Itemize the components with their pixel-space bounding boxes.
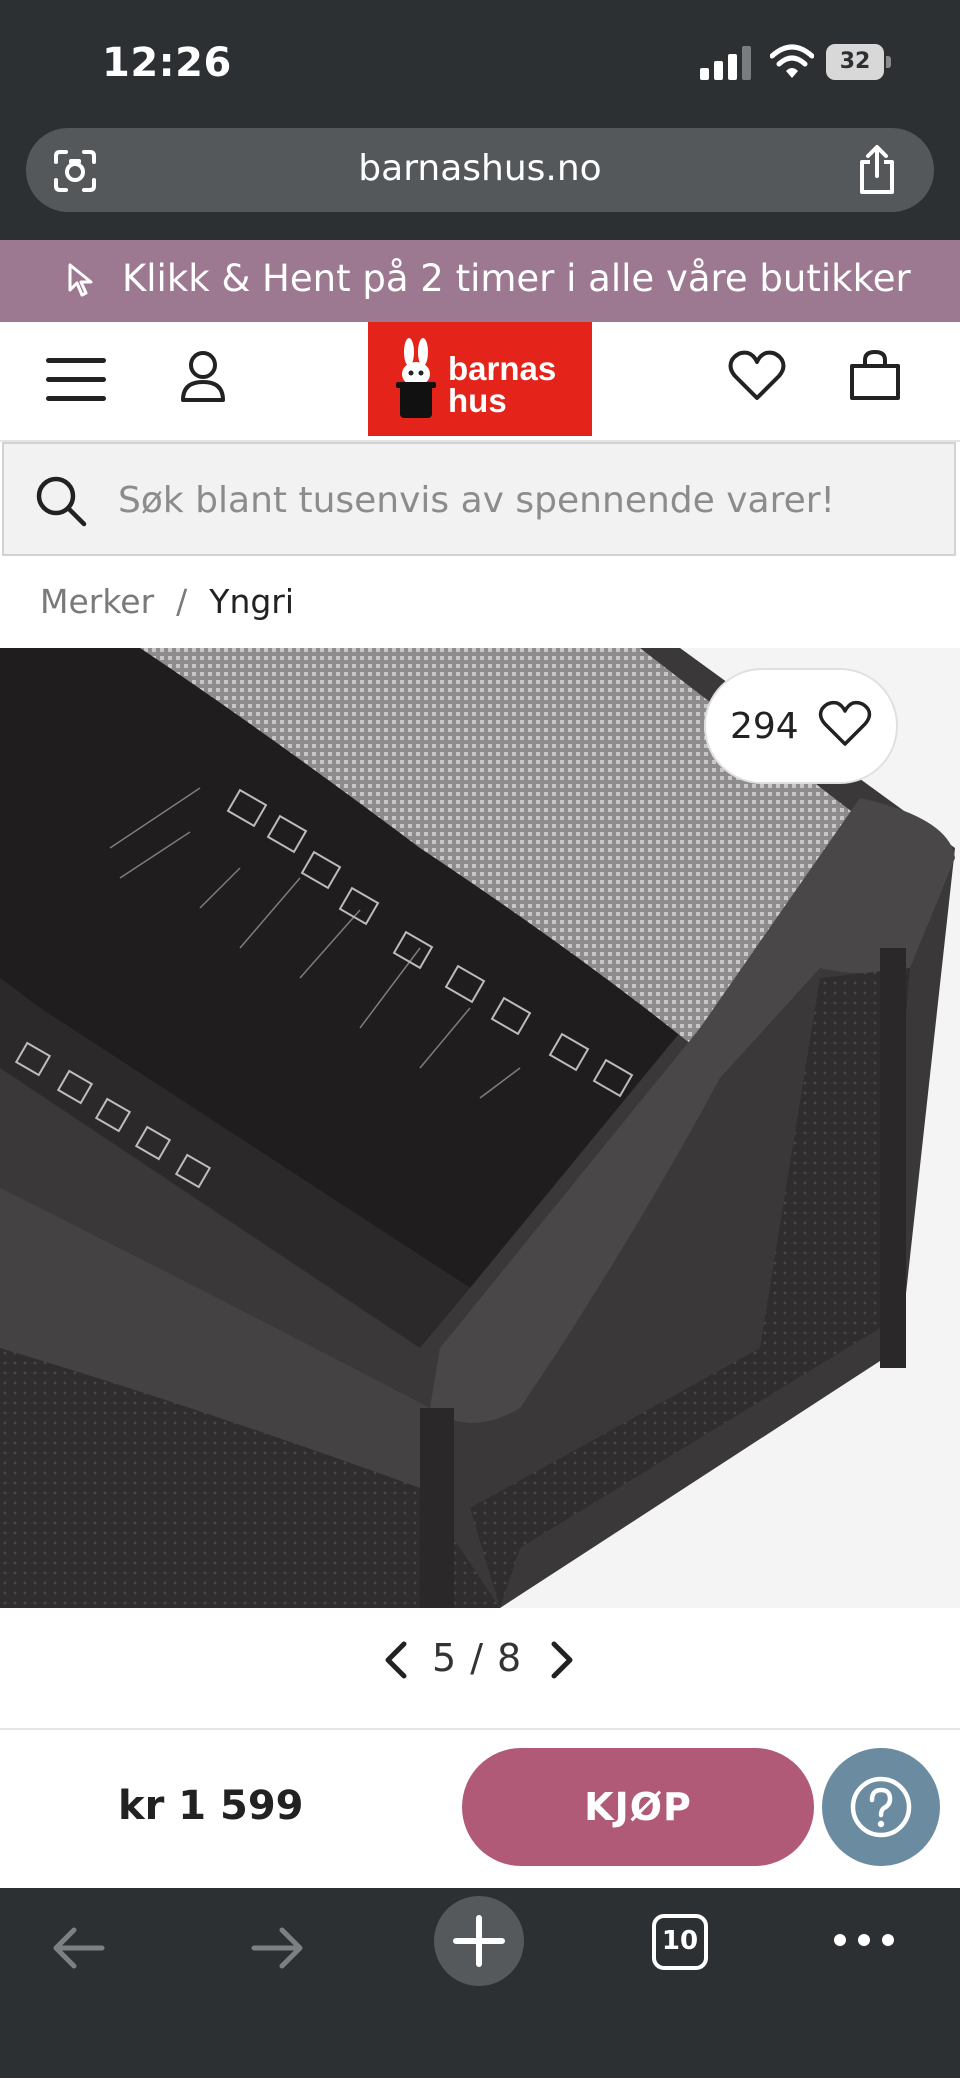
logo-text-line1: barnas	[448, 350, 557, 387]
product-price: kr 1 599	[118, 1783, 304, 1829]
breadcrumb-link-merker[interactable]: Merker	[40, 582, 154, 621]
breadcrumb-separator: /	[176, 582, 188, 621]
buy-button[interactable]: KJØP	[462, 1748, 814, 1866]
share-icon[interactable]	[856, 144, 898, 196]
cursor-icon	[68, 263, 93, 297]
account-icon[interactable]	[178, 350, 228, 404]
battery-level: 32	[839, 49, 871, 74]
product-image[interactable]	[0, 648, 960, 1608]
menu-icon[interactable]	[44, 354, 108, 406]
bunny-logo-icon	[396, 338, 436, 418]
camera-search-icon[interactable]	[52, 148, 98, 194]
breadcrumb: Merker / Yngri	[40, 582, 294, 621]
battery-icon: 32	[826, 44, 891, 80]
url-text[interactable]: barnashus.no	[0, 148, 960, 189]
shopping-bag-icon[interactable]	[848, 348, 902, 402]
more-icon[interactable]	[832, 1928, 896, 1952]
plus-icon	[453, 1915, 505, 1967]
gallery-counter: 5 / 8	[432, 1636, 521, 1680]
search-input[interactable]	[118, 470, 918, 530]
search-icon[interactable]	[34, 474, 88, 528]
help-icon	[850, 1776, 912, 1838]
new-tab-button[interactable]	[434, 1896, 524, 1986]
status-time: 12:26	[102, 40, 232, 86]
favorite-count: 294	[730, 706, 799, 747]
wifi-icon	[770, 44, 814, 78]
gallery-total: 8	[497, 1636, 522, 1680]
forward-arrow-icon[interactable]	[248, 1918, 308, 1978]
tabs-count: 10	[661, 1926, 699, 1956]
heart-icon[interactable]	[728, 350, 786, 402]
heart-icon[interactable]	[818, 700, 872, 748]
chevron-right-icon[interactable]	[548, 1640, 576, 1680]
cellular-signal-icon	[700, 46, 751, 80]
promo-text: Klikk & Hent på 2 timer i alle våre buti…	[122, 257, 911, 300]
breadcrumb-current[interactable]: Yngri	[209, 582, 294, 621]
logo-text-line2: hus	[448, 382, 507, 419]
chevron-left-icon[interactable]	[382, 1640, 410, 1680]
gallery-current: 5	[432, 1636, 457, 1680]
gallery-separator: /	[470, 1636, 483, 1680]
back-arrow-icon[interactable]	[48, 1918, 108, 1978]
